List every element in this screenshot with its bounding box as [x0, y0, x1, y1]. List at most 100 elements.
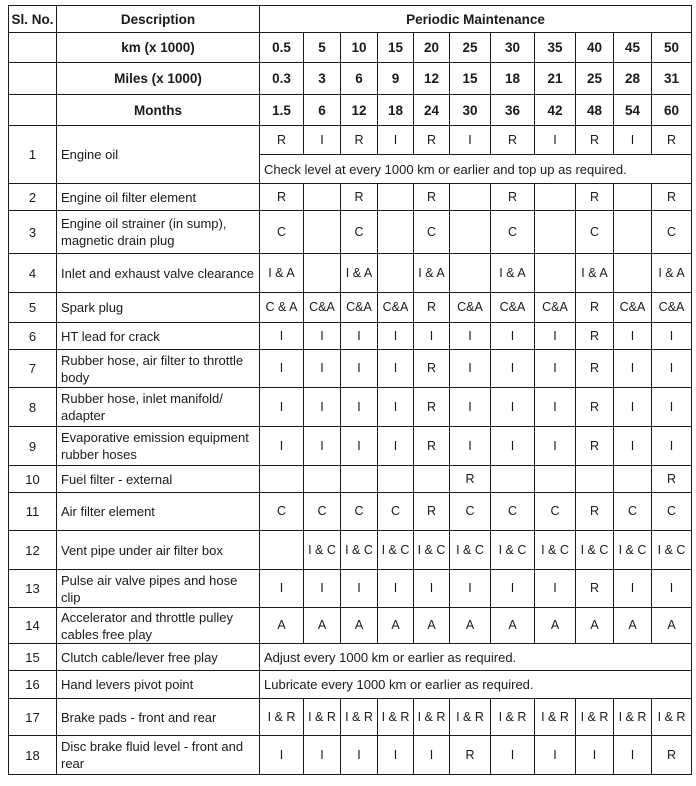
sl-no: 3	[8, 210, 57, 254]
km-interval: 45	[613, 32, 652, 63]
maintenance-action: I & C	[650, 530, 693, 570]
sl-no: 7	[8, 349, 57, 388]
description: Hand levers pivot point	[56, 670, 260, 699]
description: Rubber hose, air filter to throttle body	[56, 349, 260, 388]
maintenance-action: I & R	[413, 698, 450, 736]
maintenance-action: I	[534, 349, 576, 388]
months-interval: 60	[650, 94, 693, 126]
maintenance-action: I & R	[490, 698, 535, 736]
maintenance-action: R	[490, 125, 535, 155]
maintenance-action: C	[259, 210, 304, 254]
months-interval: 48	[575, 94, 614, 126]
maintenance-action: R	[449, 735, 491, 775]
maintenance-action	[259, 530, 304, 570]
description: HT lead for crack	[56, 322, 260, 350]
maintenance-action: I & R	[613, 698, 652, 736]
description: Engine oil	[56, 125, 260, 184]
maintenance-action: I	[490, 387, 535, 427]
table-row: 16 Hand levers pivot point Lubricate every…	[8, 670, 693, 699]
miles-interval: 31	[650, 62, 693, 95]
maintenance-action	[534, 253, 576, 293]
miles-interval: 0.3	[259, 62, 304, 95]
maintenance-action	[303, 253, 341, 293]
maintenance-action: C	[377, 492, 414, 531]
maintenance-action: C	[449, 492, 491, 531]
maintenance-action: I	[377, 569, 414, 608]
maintenance-action: I	[613, 569, 652, 608]
miles-interval: 12	[413, 62, 450, 95]
maintenance-action: I & C	[449, 530, 491, 570]
maintenance-action: C&A	[449, 292, 491, 323]
description: Engine oil strainer (in sump), magnetic …	[56, 210, 260, 254]
km-interval: 20	[413, 32, 450, 63]
miles-header-row: Miles (x 1000) 0.3 3 6 9 12 15 18 21 25 28 31	[8, 62, 693, 95]
header-row: Sl. No. Description Periodic Maintenance	[8, 5, 693, 33]
maintenance-action: R	[575, 125, 614, 155]
maintenance-action: I	[340, 426, 378, 466]
maintenance-action: R	[340, 183, 378, 211]
maintenance-action: A	[490, 607, 535, 644]
maintenance-action: C & A	[259, 292, 304, 323]
maintenance-action: I & R	[534, 698, 576, 736]
maintenance-action: I	[613, 125, 652, 155]
miles-interval: 3	[303, 62, 341, 95]
sl-no: 2	[8, 183, 57, 211]
miles-interval: 21	[534, 62, 576, 95]
maintenance-action	[449, 210, 491, 254]
maintenance-action: A	[650, 607, 693, 644]
maintenance-action	[613, 210, 652, 254]
maintenance-action: I & R	[575, 698, 614, 736]
maintenance-action: I	[650, 349, 693, 388]
maintenance-action: I	[650, 426, 693, 466]
maintenance-action: A	[575, 607, 614, 644]
description: Spark plug	[56, 292, 260, 323]
maintenance-action: C	[340, 492, 378, 531]
maintenance-action: I & A	[259, 253, 304, 293]
maintenance-action: I	[534, 569, 576, 608]
maintenance-action: C	[340, 210, 378, 254]
km-interval: 15	[377, 32, 414, 63]
months-interval: 12	[340, 94, 378, 126]
description: Disc brake fluid level - front and rear	[56, 735, 260, 775]
maintenance-action: I	[340, 322, 378, 350]
km-interval: 40	[575, 32, 614, 63]
maintenance-action: I & C	[613, 530, 652, 570]
maintenance-action: I & C	[534, 530, 576, 570]
description: Vent pipe under air filter box	[56, 530, 260, 570]
maintenance-action: A	[413, 607, 450, 644]
maintenance-action	[259, 465, 304, 493]
table-row: 18 Disc brake fluid level - front and rea…	[8, 735, 693, 775]
maintenance-action: I	[613, 349, 652, 388]
miles-interval: 28	[613, 62, 652, 95]
maintenance-action: I	[413, 322, 450, 350]
maintenance-action: C	[259, 492, 304, 531]
maintenance-action: C	[490, 210, 535, 254]
maintenance-action: R	[413, 292, 450, 323]
table-row: 1 Engine oil R I R I R I R I R I R	[8, 125, 693, 184]
maintenance-action: I	[377, 349, 414, 388]
maintenance-action: I	[490, 569, 535, 608]
maintenance-note: Check level at every 1000 km or earlier …	[258, 154, 693, 184]
miles-interval: 25	[575, 62, 614, 95]
maintenance-action: I	[377, 735, 414, 775]
table-row: 13 Pulse air valve pipes and hose clip I I I…	[8, 569, 693, 608]
sl-no: 6	[8, 322, 57, 350]
km-interval: 30	[490, 32, 535, 63]
maintenance-action: I & A	[650, 253, 693, 293]
sl-no-header: Sl. No.	[8, 5, 57, 33]
maintenance-action	[613, 183, 652, 211]
maintenance-action: I	[413, 735, 450, 775]
maintenance-action: I & C	[413, 530, 450, 570]
maintenance-action: C	[613, 492, 652, 531]
sl-no: 13	[8, 569, 57, 608]
maintenance-action: C	[575, 210, 614, 254]
maintenance-action	[449, 183, 491, 211]
maintenance-action: R	[340, 125, 378, 155]
maintenance-action: I & R	[340, 698, 378, 736]
km-interval: 10	[340, 32, 378, 63]
description: Accelerator and throttle pulley cables f…	[56, 607, 260, 644]
maintenance-action: I	[490, 735, 535, 775]
km-interval: 50	[650, 32, 693, 63]
maintenance-action: R	[575, 292, 614, 323]
maintenance-action: I	[449, 322, 491, 350]
